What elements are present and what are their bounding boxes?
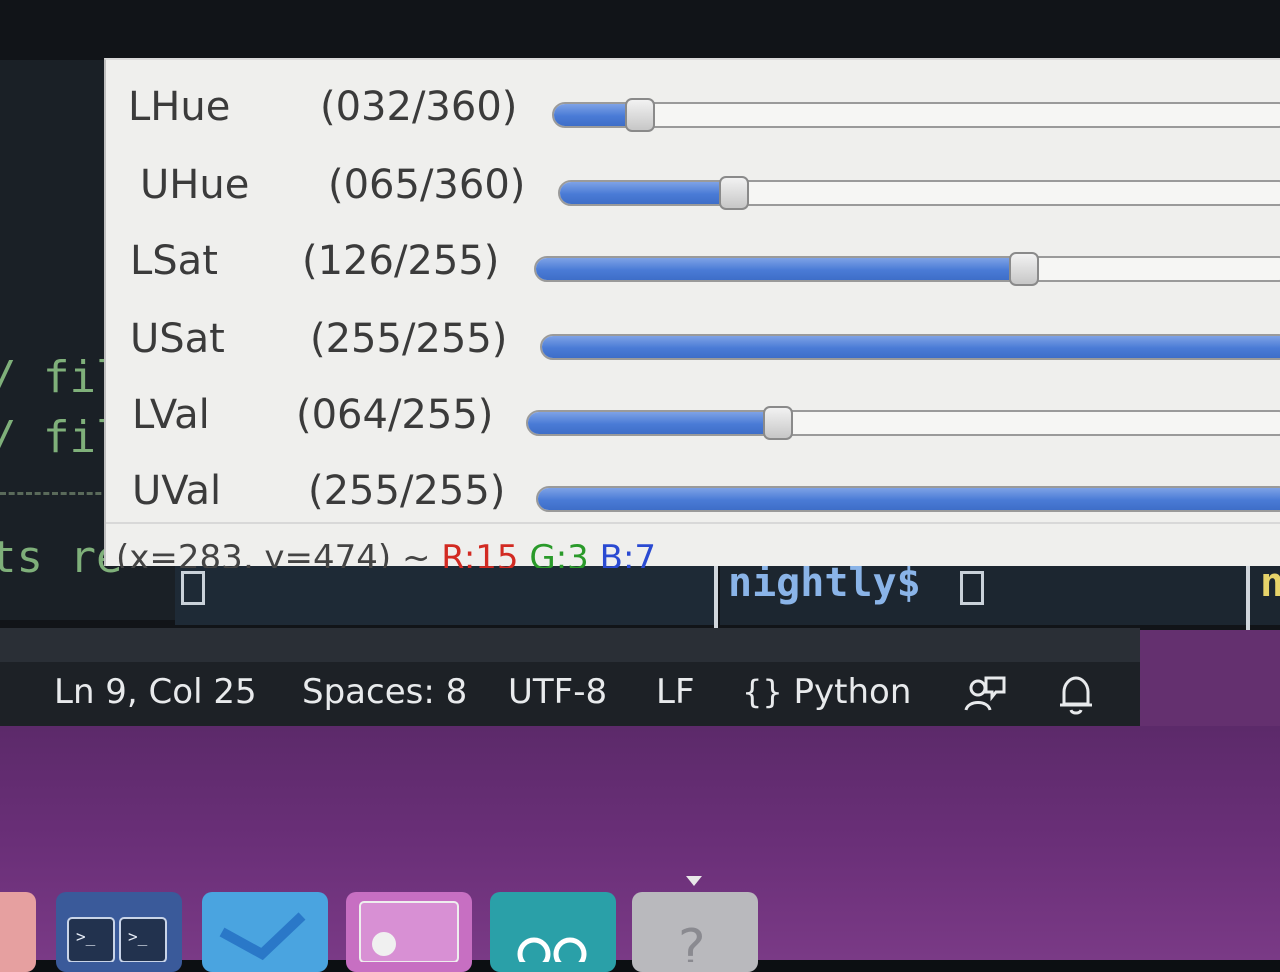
slider-handle[interactable] [719, 176, 749, 210]
trackbar-value: (032/360) [320, 84, 518, 130]
encoding[interactable]: UTF-8 [508, 672, 607, 712]
trackbar-label: LHue [128, 84, 231, 130]
files-icon[interactable] [0, 892, 36, 972]
indentation[interactable]: Spaces: 8 [302, 672, 467, 712]
language-mode[interactable]: {} Python [742, 672, 911, 712]
pane-divider[interactable] [714, 565, 718, 630]
svg-text:?: ? [678, 919, 706, 962]
terminal-cursor [181, 571, 205, 605]
braces-icon: {} [742, 673, 783, 711]
trackbar-row-lval: LVal (064/255) [106, 384, 1280, 460]
terminal-icon[interactable]: >_ >_ [56, 892, 182, 972]
trackbar-value: (065/360) [328, 162, 526, 208]
app-icon[interactable] [346, 892, 472, 972]
trackbar-value: (255/255) [308, 468, 506, 514]
cursor-coordinates: (x=283, y=474) ~ [116, 538, 431, 568]
slider-fill [528, 412, 778, 434]
trackbar-row-uhue: UHue (065/360) [106, 154, 1280, 230]
panel-tab-strip [0, 628, 1140, 662]
arduino-icon[interactable] [490, 892, 616, 972]
language-label: Python [793, 672, 912, 712]
svg-text:>_: >_ [76, 927, 96, 946]
trackbar-slider-lsat[interactable] [534, 252, 1280, 286]
end-of-line[interactable]: LF [656, 672, 695, 712]
trackbar-slider-usat[interactable] [540, 334, 1280, 360]
pixel-info-readout: (x=283, y=474) ~ R:15 G:3 B:7 [116, 528, 656, 568]
cursor-position[interactable]: Ln 9, Col 25 [54, 672, 257, 712]
trackbar-row-lhue: LHue (032/360) [106, 76, 1280, 152]
trackbar-row-uval: UVal (255/255) [106, 460, 1280, 536]
slider-fill [536, 258, 1024, 280]
trackbar-label: USat [130, 316, 225, 362]
slider-fill [538, 488, 1280, 510]
svg-text:>_: >_ [128, 927, 148, 946]
status-bar: Ln 9, Col 25 Spaces: 8 UTF-8 LF {} Pytho… [0, 662, 1140, 726]
terminal-pane-middle[interactable] [175, 565, 715, 625]
trackbar-slider-lval[interactable] [526, 406, 1280, 440]
slider-handle[interactable] [763, 406, 793, 440]
desktop-wallpaper [1140, 630, 1280, 726]
green-channel-value: G:3 [529, 538, 589, 568]
slider-handle[interactable] [1009, 252, 1039, 286]
bell-icon[interactable] [1056, 672, 1096, 725]
vscode-icon[interactable] [202, 892, 328, 972]
terminal-divider [0, 492, 110, 495]
status-divider [106, 522, 1280, 524]
trackbar-slider-uval[interactable] [536, 486, 1280, 512]
trackbar-label: UHue [140, 162, 250, 208]
trackbar-label: LVal [132, 392, 210, 438]
slider-fill [542, 336, 1280, 358]
feedback-icon[interactable] [962, 674, 1006, 723]
trackbar-slider-lhue[interactable] [552, 98, 1280, 132]
trackbar-row-usat: USat (255/255) [106, 308, 1280, 384]
unknown-app-icon[interactable]: ? [632, 892, 758, 972]
trackbar-value: (255/255) [310, 316, 508, 362]
terminal-prompt: nightly$ [728, 560, 921, 606]
trackbar-value: (064/255) [296, 392, 494, 438]
trackbar-label: UVal [132, 468, 222, 514]
terminal-cursor [960, 571, 984, 605]
slider-handle[interactable] [625, 98, 655, 132]
trackbar-value: (126/255) [302, 238, 500, 284]
slider-fill [560, 182, 734, 204]
trackbar-slider-uhue[interactable] [558, 176, 1280, 210]
active-app-indicator [686, 876, 702, 886]
blue-channel-value: B:7 [599, 538, 657, 568]
trackbar-label: LSat [130, 238, 218, 284]
terminal-prompt: n [1260, 560, 1280, 606]
trackbar-row-lsat: LSat (126/255) [106, 230, 1280, 306]
red-channel-value: R:15 [441, 538, 519, 568]
trackbar-window: LHue (032/360) UHue (065/360) LSat (126/… [104, 58, 1280, 568]
